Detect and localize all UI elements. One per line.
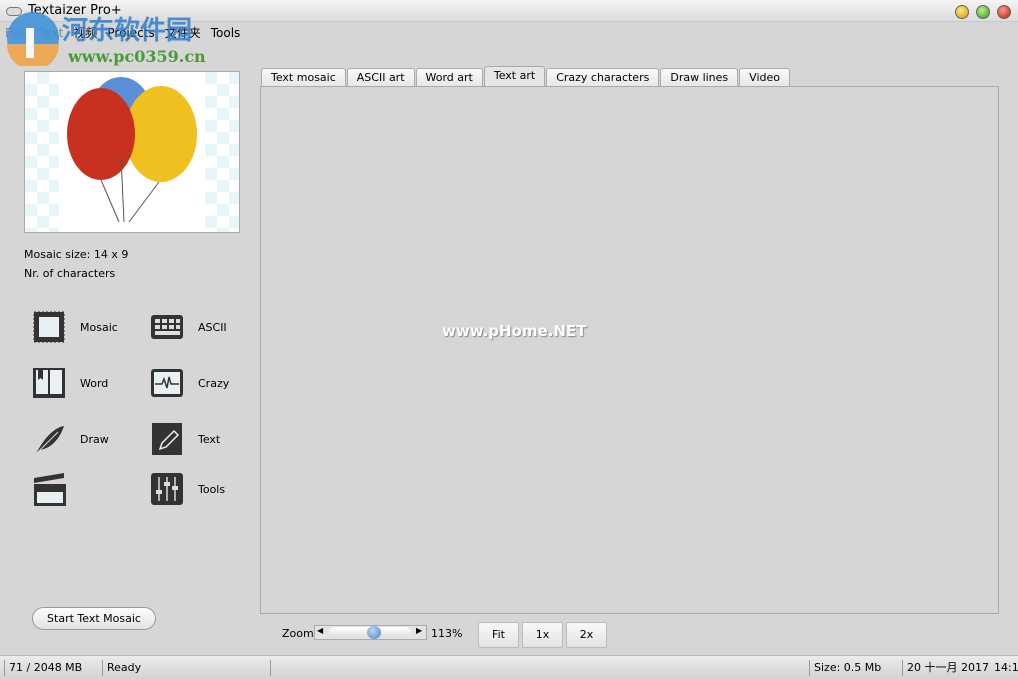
- stamp-icon: [33, 311, 65, 343]
- heartbeat-monitor-icon: [151, 369, 183, 397]
- start-text-mosaic-button[interactable]: Start Text Mosaic: [32, 607, 156, 630]
- time-status: 14:1: [994, 661, 1018, 674]
- minimize-button[interactable]: [955, 5, 969, 19]
- book-icon: [33, 368, 65, 398]
- tab-bar: Text mosaic ASCII art Word art Text art …: [261, 66, 791, 87]
- nr-characters-label: Nr. of characters: [24, 267, 116, 280]
- tab-video[interactable]: Video: [739, 68, 790, 87]
- status-bar: 71 / 2048 MB Ready Size: 0.5 Mb 20 十一月 2…: [0, 655, 1018, 679]
- tab-text-art[interactable]: Text art: [483, 66, 546, 86]
- watermark-logo-icon: [7, 12, 59, 66]
- tool-tools[interactable]: Tools: [150, 472, 225, 506]
- date-status: 20 十一月 2017: [902, 660, 989, 676]
- pencil-icon: [152, 423, 182, 455]
- tool-label: Draw: [80, 432, 109, 446]
- tool-label: Tools: [198, 482, 226, 496]
- canvas-panel: [260, 86, 999, 614]
- zoom-slider[interactable]: ◀ ▶: [314, 625, 427, 640]
- image-preview: [24, 71, 240, 233]
- close-button[interactable]: [997, 5, 1011, 19]
- zoom-1x-button[interactable]: 1x: [522, 622, 563, 648]
- memory-status: 71 / 2048 MB: [4, 660, 82, 676]
- tool-label: Word: [80, 376, 109, 390]
- balloons-image: [67, 77, 197, 223]
- zoom-value: 113%: [431, 627, 463, 640]
- slider-left-arrow-icon[interactable]: ◀: [317, 626, 323, 635]
- mosaic-size-label: Mosaic size: 14 x 9: [24, 248, 129, 261]
- clapperboard-icon: [34, 473, 66, 506]
- tool-text[interactable]: Text: [150, 422, 220, 456]
- tool-draw[interactable]: Draw: [32, 422, 109, 456]
- ready-status: Ready: [102, 660, 141, 676]
- tool-label: Crazy: [198, 376, 230, 390]
- keyboard-icon: [151, 315, 183, 339]
- tool-label: Text: [198, 432, 221, 446]
- sliders-icon: [151, 473, 183, 505]
- menu-tools[interactable]: Tools: [206, 24, 246, 42]
- tool-word[interactable]: Word: [32, 366, 108, 400]
- tab-ascii-art[interactable]: ASCII art: [346, 68, 415, 87]
- slider-right-arrow-icon[interactable]: ▶: [416, 626, 422, 635]
- center-watermark: www.pHome.NET: [442, 322, 587, 340]
- tool-label: ASCII: [198, 320, 227, 334]
- tool-video[interactable]: [32, 472, 80, 506]
- tool-label: Mosaic: [80, 320, 118, 334]
- watermark-url: www.pc0359.cn: [68, 47, 206, 66]
- watermark-logo-text: 河东软件园: [62, 16, 193, 46]
- size-status: Size: 0.5 Mb: [809, 660, 881, 676]
- tool-mosaic[interactable]: Mosaic: [32, 310, 118, 344]
- feather-icon: [35, 426, 64, 455]
- tab-draw-lines[interactable]: Draw lines: [660, 68, 739, 87]
- zoom-label: Zoom: [282, 627, 314, 640]
- tool-ascii[interactable]: ASCII: [150, 310, 227, 344]
- tab-text-mosaic[interactable]: Text mosaic: [261, 68, 346, 87]
- slider-thumb[interactable]: [367, 626, 381, 639]
- maximize-button[interactable]: [976, 5, 990, 19]
- tool-crazy[interactable]: Crazy: [150, 366, 229, 400]
- tab-word-art[interactable]: Word art: [415, 68, 483, 87]
- zoom-2x-button[interactable]: 2x: [566, 622, 607, 648]
- fit-button[interactable]: Fit: [478, 622, 519, 648]
- tab-crazy-characters[interactable]: Crazy characters: [546, 68, 660, 87]
